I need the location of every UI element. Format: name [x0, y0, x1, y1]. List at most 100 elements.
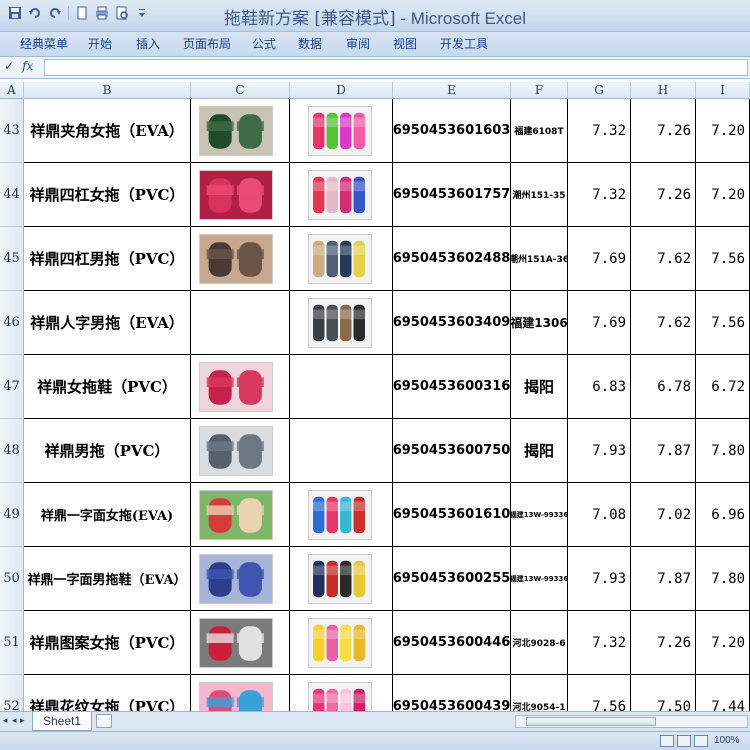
- slipper-colors-photo[interactable]: [308, 490, 372, 540]
- barcode-cell[interactable]: 6950453600446: [393, 611, 511, 675]
- slipper-colors-photo[interactable]: [308, 106, 372, 156]
- slipper-photo[interactable]: [199, 362, 273, 412]
- column-header-h[interactable]: H: [631, 82, 696, 99]
- formula-input[interactable]: [44, 59, 748, 76]
- product-photo-cell[interactable]: [191, 355, 290, 419]
- origin-cell[interactable]: 河北9054-1: [511, 675, 568, 711]
- product-name-cell[interactable]: 祥鼎图案女拖（PVC）: [24, 611, 191, 675]
- column-header-e[interactable]: E: [393, 82, 511, 99]
- price-cell-i[interactable]: 6.96: [696, 483, 750, 547]
- product-photo-cell[interactable]: [191, 547, 290, 611]
- tab-classic-menu[interactable]: 经典菜单: [20, 32, 68, 56]
- zoom-level[interactable]: 100%: [714, 735, 740, 746]
- product-name-cell[interactable]: 祥鼎女拖鞋（PVC）: [24, 355, 191, 419]
- color-photo-cell[interactable]: [290, 675, 393, 711]
- price-cell-g[interactable]: 7.93: [568, 547, 631, 611]
- origin-cell[interactable]: 潮州151A-36: [511, 227, 568, 291]
- color-photo-cell[interactable]: [290, 611, 393, 675]
- slipper-photo[interactable]: [199, 490, 273, 540]
- slipper-photo[interactable]: [199, 618, 273, 668]
- slipper-colors-photo[interactable]: [308, 234, 372, 284]
- sheet-tab-sheet1[interactable]: Sheet1: [32, 712, 92, 731]
- tab-home[interactable]: 开始: [88, 32, 112, 56]
- barcode-cell[interactable]: 6950453601603: [393, 99, 511, 163]
- slipper-photo[interactable]: [199, 426, 273, 476]
- product-photo-cell[interactable]: [191, 227, 290, 291]
- row-header[interactable]: 47: [0, 355, 24, 419]
- slipper-colors-photo[interactable]: [308, 170, 372, 220]
- slipper-photo[interactable]: [199, 682, 273, 711]
- price-cell-i[interactable]: 7.80: [696, 419, 750, 483]
- price-cell-g[interactable]: 7.69: [568, 227, 631, 291]
- product-name-cell[interactable]: 祥鼎夹角女拖（EVA）: [24, 99, 191, 163]
- price-cell-g[interactable]: 6.83: [568, 355, 631, 419]
- product-photo-cell[interactable]: [191, 291, 290, 355]
- row-header[interactable]: 52: [0, 675, 24, 711]
- slipper-colors-photo[interactable]: [308, 554, 372, 604]
- color-photo-cell[interactable]: [290, 355, 393, 419]
- prev-sheet-button[interactable]: ◂: [12, 715, 20, 727]
- price-cell-i[interactable]: 6.72: [696, 355, 750, 419]
- tab-data[interactable]: 数据: [298, 32, 322, 56]
- row-header[interactable]: 50: [0, 547, 24, 611]
- product-name-cell[interactable]: 祥鼎四杠男拖（PVC）: [24, 227, 191, 291]
- origin-cell[interactable]: 福建1306: [511, 291, 568, 355]
- tab-view[interactable]: 视图: [393, 32, 417, 56]
- slipper-colors-photo[interactable]: [308, 618, 372, 668]
- next-sheet-button[interactable]: ▸: [20, 715, 28, 727]
- color-photo-cell[interactable]: [290, 547, 393, 611]
- scrollbar-thumb[interactable]: [526, 717, 656, 726]
- price-cell-g[interactable]: 7.32: [568, 611, 631, 675]
- tab-developer[interactable]: 开发工具: [440, 32, 488, 56]
- price-cell-i[interactable]: 7.20: [696, 99, 750, 163]
- column-header-c[interactable]: C: [191, 82, 290, 99]
- product-name-cell[interactable]: 祥鼎四杠女拖（PVC）: [24, 163, 191, 227]
- normal-view-icon[interactable]: [660, 735, 674, 747]
- color-photo-cell[interactable]: [290, 227, 393, 291]
- price-cell-g[interactable]: 7.32: [568, 163, 631, 227]
- column-header-g[interactable]: G: [568, 82, 631, 99]
- price-cell-h[interactable]: 7.62: [631, 291, 696, 355]
- color-photo-cell[interactable]: [290, 419, 393, 483]
- first-sheet-button[interactable]: ◂: [3, 715, 11, 727]
- column-header-a[interactable]: A: [0, 82, 24, 99]
- product-photo-cell[interactable]: [191, 611, 290, 675]
- product-photo-cell[interactable]: [191, 483, 290, 547]
- product-name-cell[interactable]: 祥鼎人字男拖（EVA）: [24, 291, 191, 355]
- row-header[interactable]: 44: [0, 163, 24, 227]
- product-name-cell[interactable]: 祥鼎男拖（PVC）: [24, 419, 191, 483]
- product-photo-cell[interactable]: [191, 163, 290, 227]
- origin-cell[interactable]: 福建6108T: [511, 99, 568, 163]
- column-header-i[interactable]: I: [696, 82, 750, 99]
- barcode-cell[interactable]: 6950453601610: [393, 483, 511, 547]
- insert-function-icon[interactable]: fx: [22, 59, 33, 73]
- enter-check-icon[interactable]: ✓: [4, 59, 14, 73]
- barcode-cell[interactable]: 6950453602488: [393, 227, 511, 291]
- price-cell-h[interactable]: 7.02: [631, 483, 696, 547]
- price-cell-i[interactable]: 7.56: [696, 227, 750, 291]
- price-cell-g[interactable]: 7.69: [568, 291, 631, 355]
- barcode-cell[interactable]: 6950453600316: [393, 355, 511, 419]
- insert-sheet-icon[interactable]: [96, 714, 112, 728]
- price-cell-g[interactable]: 7.08: [568, 483, 631, 547]
- product-photo-cell[interactable]: [191, 99, 290, 163]
- product-name-cell[interactable]: 祥鼎一字面女拖(EVA): [24, 483, 191, 547]
- product-name-cell[interactable]: 祥鼎花纹女拖（PVC）: [24, 675, 191, 711]
- page-break-view-icon[interactable]: [694, 735, 708, 747]
- tab-page-layout[interactable]: 页面布局: [183, 32, 231, 56]
- tab-formulas[interactable]: 公式: [252, 32, 276, 56]
- price-cell-h[interactable]: 7.26: [631, 611, 696, 675]
- price-cell-g[interactable]: 7.32: [568, 99, 631, 163]
- color-photo-cell[interactable]: [290, 99, 393, 163]
- product-photo-cell[interactable]: [191, 419, 290, 483]
- origin-cell[interactable]: 揭阳: [511, 355, 568, 419]
- price-cell-i[interactable]: 7.20: [696, 611, 750, 675]
- slipper-photo[interactable]: [199, 234, 273, 284]
- origin-cell[interactable]: 福建13W-99336: [511, 483, 568, 547]
- price-cell-h[interactable]: 6.78: [631, 355, 696, 419]
- price-cell-h[interactable]: 7.87: [631, 419, 696, 483]
- column-header-f[interactable]: F: [511, 82, 568, 99]
- horizontal-scrollbar[interactable]: [515, 715, 748, 728]
- barcode-cell[interactable]: 6950453600750: [393, 419, 511, 483]
- origin-cell[interactable]: 河北9028-6: [511, 611, 568, 675]
